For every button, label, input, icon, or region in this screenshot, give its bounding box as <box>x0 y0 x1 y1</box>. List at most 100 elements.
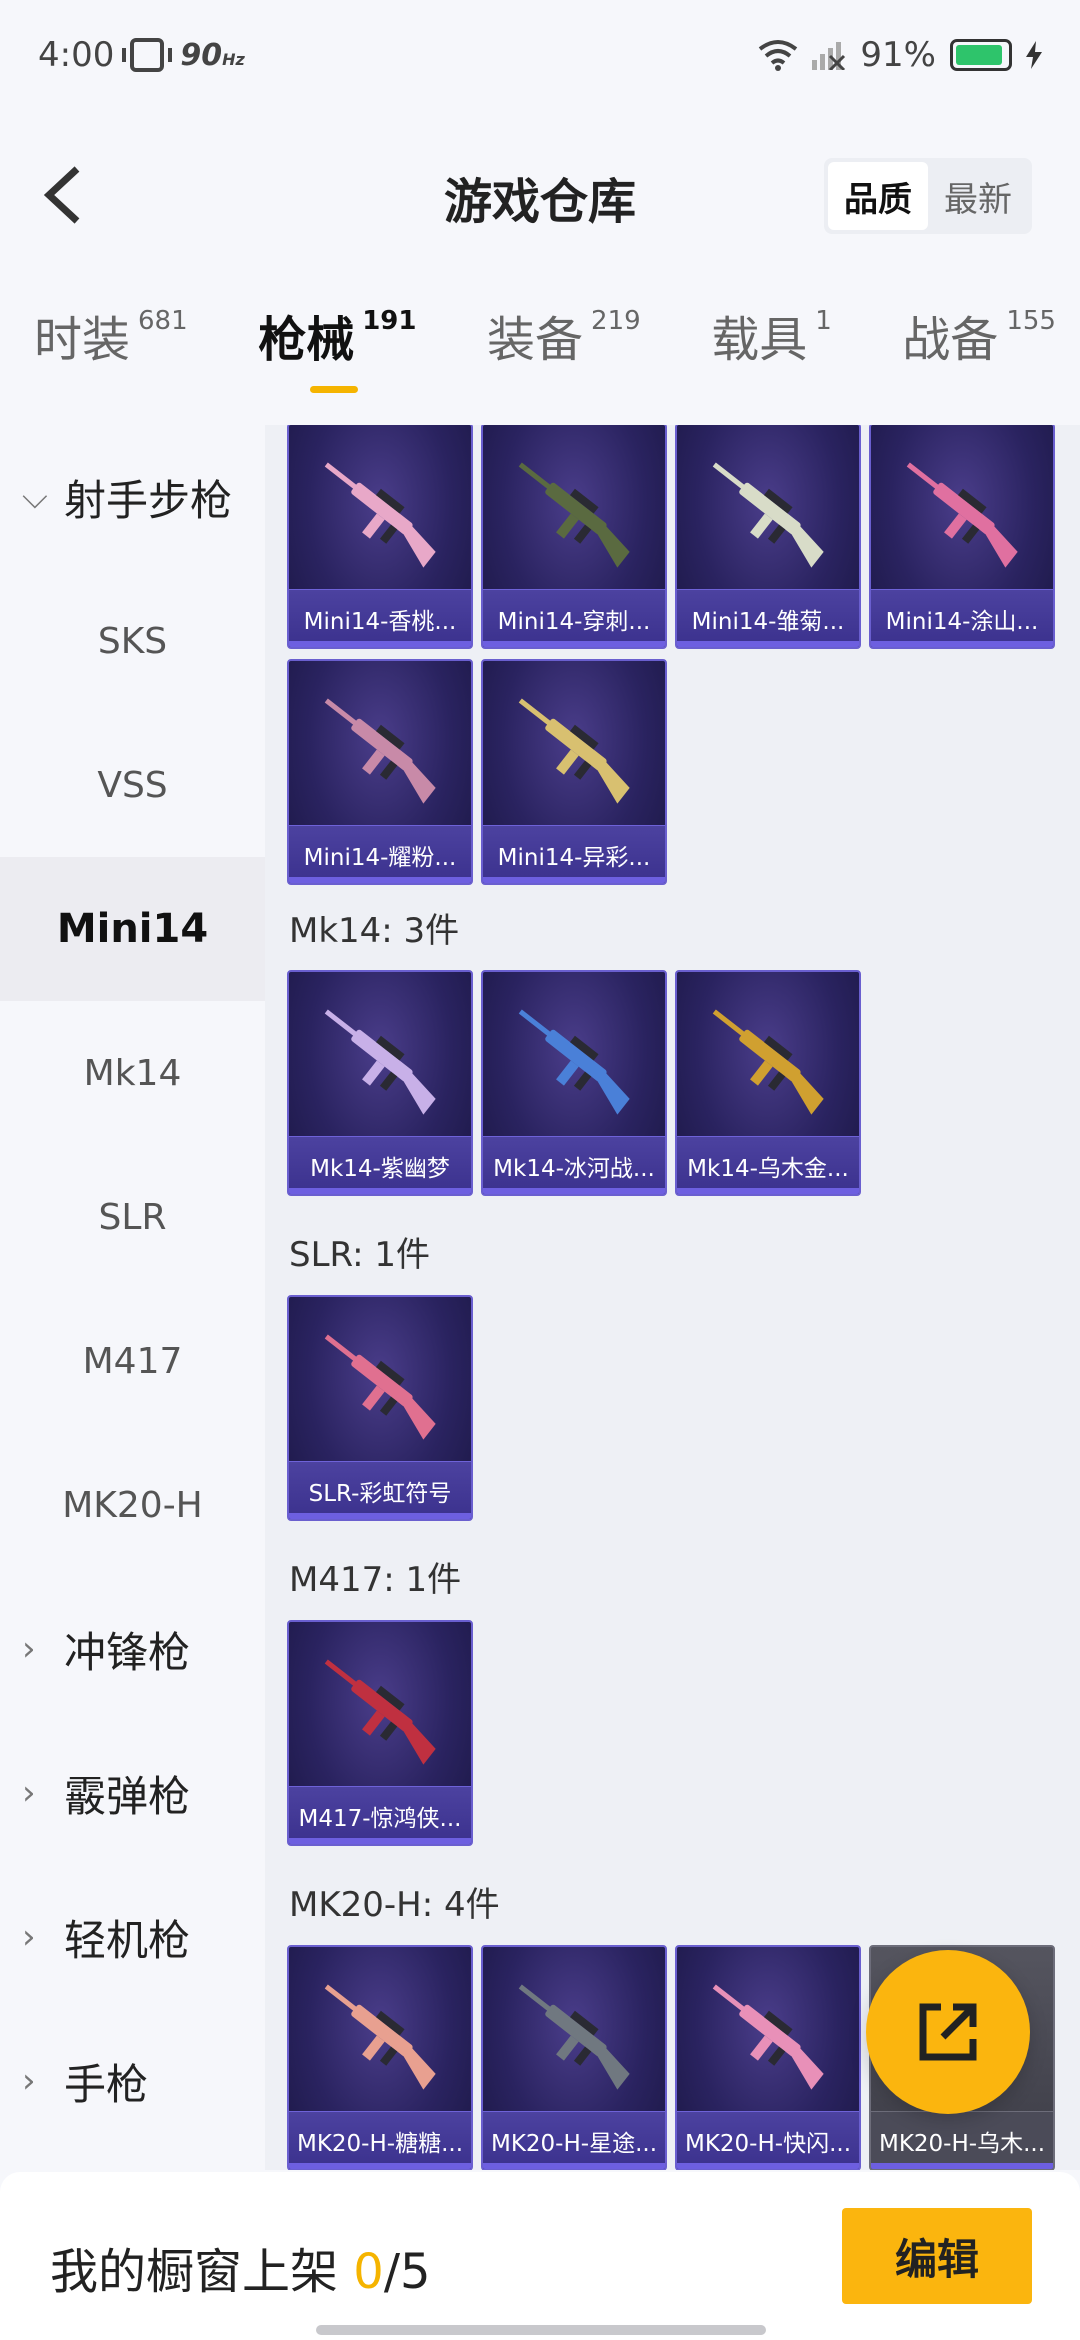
battery-icon <box>950 39 1012 71</box>
home-indicator <box>316 2325 766 2335</box>
chevron-right-icon: › <box>22 1773 36 1813</box>
sidebar-item[interactable]: SLR <box>0 1145 265 1289</box>
sidebar-item-label: Mini14 <box>56 906 209 952</box>
rifle-icon <box>324 1334 436 1440</box>
rifle-icon <box>324 462 436 568</box>
rifle-icon <box>324 1009 436 1115</box>
charging-icon <box>1026 41 1042 69</box>
sidebar-item[interactable]: SKS <box>0 569 265 713</box>
edit-button[interactable]: 编辑 <box>842 2208 1032 2304</box>
weapon-card[interactable]: Mini14-涂山... <box>869 425 1055 649</box>
rifle-icon <box>324 1984 436 2090</box>
rifle-icon <box>324 698 436 804</box>
weapon-card[interactable]: SLR-彩虹符号 <box>287 1295 473 1521</box>
section-title: M417: 1件 <box>289 1560 462 1600</box>
weapon-name: MK20-H-糖糖... <box>289 2111 471 2169</box>
section-title: MK20-H: 4件 <box>289 1885 500 1925</box>
weapon-type-sidebar: ⌵ 射手步枪 SKS VSS Mini14 Mk14 SLR M417 MK20-H › 冲锋枪 › 霰… <box>0 425 265 2170</box>
header: 游戏仓库 品质 最新 <box>0 140 1080 250</box>
vibrate-icon <box>122 38 173 72</box>
weapon-card[interactable]: Mk14-乌木金... <box>675 970 861 1196</box>
section-grid: SLR-彩虹符号 <box>287 1295 1055 1521</box>
rifle-icon <box>518 462 630 568</box>
sidebar-item-label: SKS <box>97 620 168 662</box>
sort-quality[interactable]: 品质 <box>828 162 928 230</box>
signal-icon <box>812 42 846 70</box>
weapon-card[interactable]: M417-惊鸿侠... <box>287 1620 473 1846</box>
weapon-name: SLR-彩虹符号 <box>289 1461 471 1519</box>
weapon-name: MK20-H-乌木... <box>871 2111 1053 2169</box>
weapon-name: Mini14-异彩... <box>483 825 665 883</box>
weapon-card[interactable]: Mk14-紫幽梦 <box>287 970 473 1196</box>
sidebar-item[interactable]: › 轻机枪 <box>0 1865 265 2009</box>
clock: 4:00 <box>38 35 115 75</box>
weapon-card[interactable]: Mini14-异彩... <box>481 659 667 885</box>
sidebar-item[interactable]: › 手枪 <box>0 2009 265 2153</box>
sidebar-item-label: M417 <box>82 1340 183 1382</box>
tab-weapons[interactable]: 枪械 191 <box>258 300 416 410</box>
tab-equipment[interactable]: 装备 219 <box>487 300 641 410</box>
section-grid: M417-惊鸿侠... <box>287 1620 1055 1846</box>
section-title: SLR: 1件 <box>289 1235 430 1275</box>
sort-newest[interactable]: 最新 <box>928 162 1028 230</box>
sidebar-item-label: 霰弹枪 <box>64 1771 191 1821</box>
weapon-card[interactable]: Mini14-穿刺... <box>481 425 667 649</box>
weapon-card[interactable]: MK20-H-糖糖... <box>287 1945 473 2170</box>
showcase-status: 我的橱窗上架 0/5 <box>50 2244 431 2300</box>
weapon-card[interactable]: MK20-H-星途... <box>481 1945 667 2170</box>
category-tabs: 时装 681 枪械 191 装备 219 载具 1 战备 155 <box>0 300 1080 410</box>
tab-fashion[interactable]: 时装 681 <box>34 300 188 410</box>
wifi-icon <box>759 40 798 71</box>
weapon-name: Mk14-乌木金... <box>677 1136 859 1194</box>
sidebar-item[interactable]: › 霰弹枪 <box>0 1721 265 1865</box>
rifle-icon <box>712 462 824 568</box>
section-title: Mk14: 3件 <box>289 911 460 951</box>
sort-toggle[interactable]: 品质 最新 <box>824 158 1032 234</box>
sidebar-item[interactable]: M417 <box>0 1289 265 1433</box>
weapon-card[interactable]: Mini14-香桃... <box>287 425 473 649</box>
sidebar-item-label: 轻机枪 <box>64 1915 191 1965</box>
weapon-name: Mini14-穿刺... <box>483 589 665 647</box>
weapon-name: Mini14-涂山... <box>871 589 1053 647</box>
active-tab-indicator <box>310 386 359 393</box>
chevron-down-icon: ⌵ <box>22 477 48 517</box>
status-bar: 4:00 90Hz 91% <box>0 0 1080 110</box>
sidebar-item[interactable]: MK20-H <box>0 1433 265 1577</box>
sidebar-item[interactable]: VSS <box>0 713 265 857</box>
rifle-icon <box>518 1009 630 1115</box>
sidebar-item-label: MK20-H <box>62 1484 203 1526</box>
sidebar-item[interactable]: Mini14 <box>0 857 265 1001</box>
weapon-card[interactable]: Mk14-冰河战... <box>481 970 667 1196</box>
weapon-name: M417-惊鸿侠... <box>289 1786 471 1844</box>
sidebar-item[interactable]: ⌵ 射手步枪 <box>0 425 265 569</box>
tab-vehicles[interactable]: 载具 1 <box>711 300 832 410</box>
weapon-name: Mini14-耀粉... <box>289 825 471 883</box>
weapon-card[interactable]: MK20-H-快闪... <box>675 1945 861 2170</box>
rifle-icon <box>906 462 1018 568</box>
weapon-name: MK20-H-星途... <box>483 2111 665 2169</box>
weapon-name: Mini14-香桃... <box>289 589 471 647</box>
sidebar-item-label: 手枪 <box>64 2059 149 2109</box>
rifle-icon <box>518 1984 630 2090</box>
section-grid: Mk14-紫幽梦 Mk14-冰河战... Mk14-乌木金... <box>287 970 1055 1196</box>
sidebar-item-label: 射手步枪 <box>64 475 233 525</box>
sidebar-item-label: Mk14 <box>83 1052 182 1094</box>
external-link-icon <box>919 2003 977 2061</box>
weapon-name: Mini14-雏菊... <box>677 589 859 647</box>
rifle-icon <box>518 698 630 804</box>
share-button[interactable] <box>866 1950 1030 2114</box>
weapon-card[interactable]: Mini14-耀粉... <box>287 659 473 885</box>
rifle-icon <box>712 1009 824 1115</box>
refresh-rate: 90Hz <box>180 37 245 73</box>
sidebar-item[interactable]: Mk14 <box>0 1001 265 1145</box>
sidebar-item[interactable]: › 冲锋枪 <box>0 1577 265 1721</box>
weapon-name: Mk14-紫幽梦 <box>289 1136 471 1194</box>
chevron-right-icon: › <box>22 1917 36 1957</box>
sidebar-item-label: 冲锋枪 <box>64 1627 191 1677</box>
rifle-icon <box>324 1659 436 1765</box>
section-grid: Mini14-香桃... Mini14-穿刺... Mini14-雏菊... Mini… <box>287 425 1055 885</box>
chevron-right-icon: › <box>22 2061 36 2101</box>
tab-supplies[interactable]: 战备 155 <box>902 300 1056 410</box>
chevron-right-icon: › <box>22 1629 36 1669</box>
weapon-card[interactable]: Mini14-雏菊... <box>675 425 861 649</box>
